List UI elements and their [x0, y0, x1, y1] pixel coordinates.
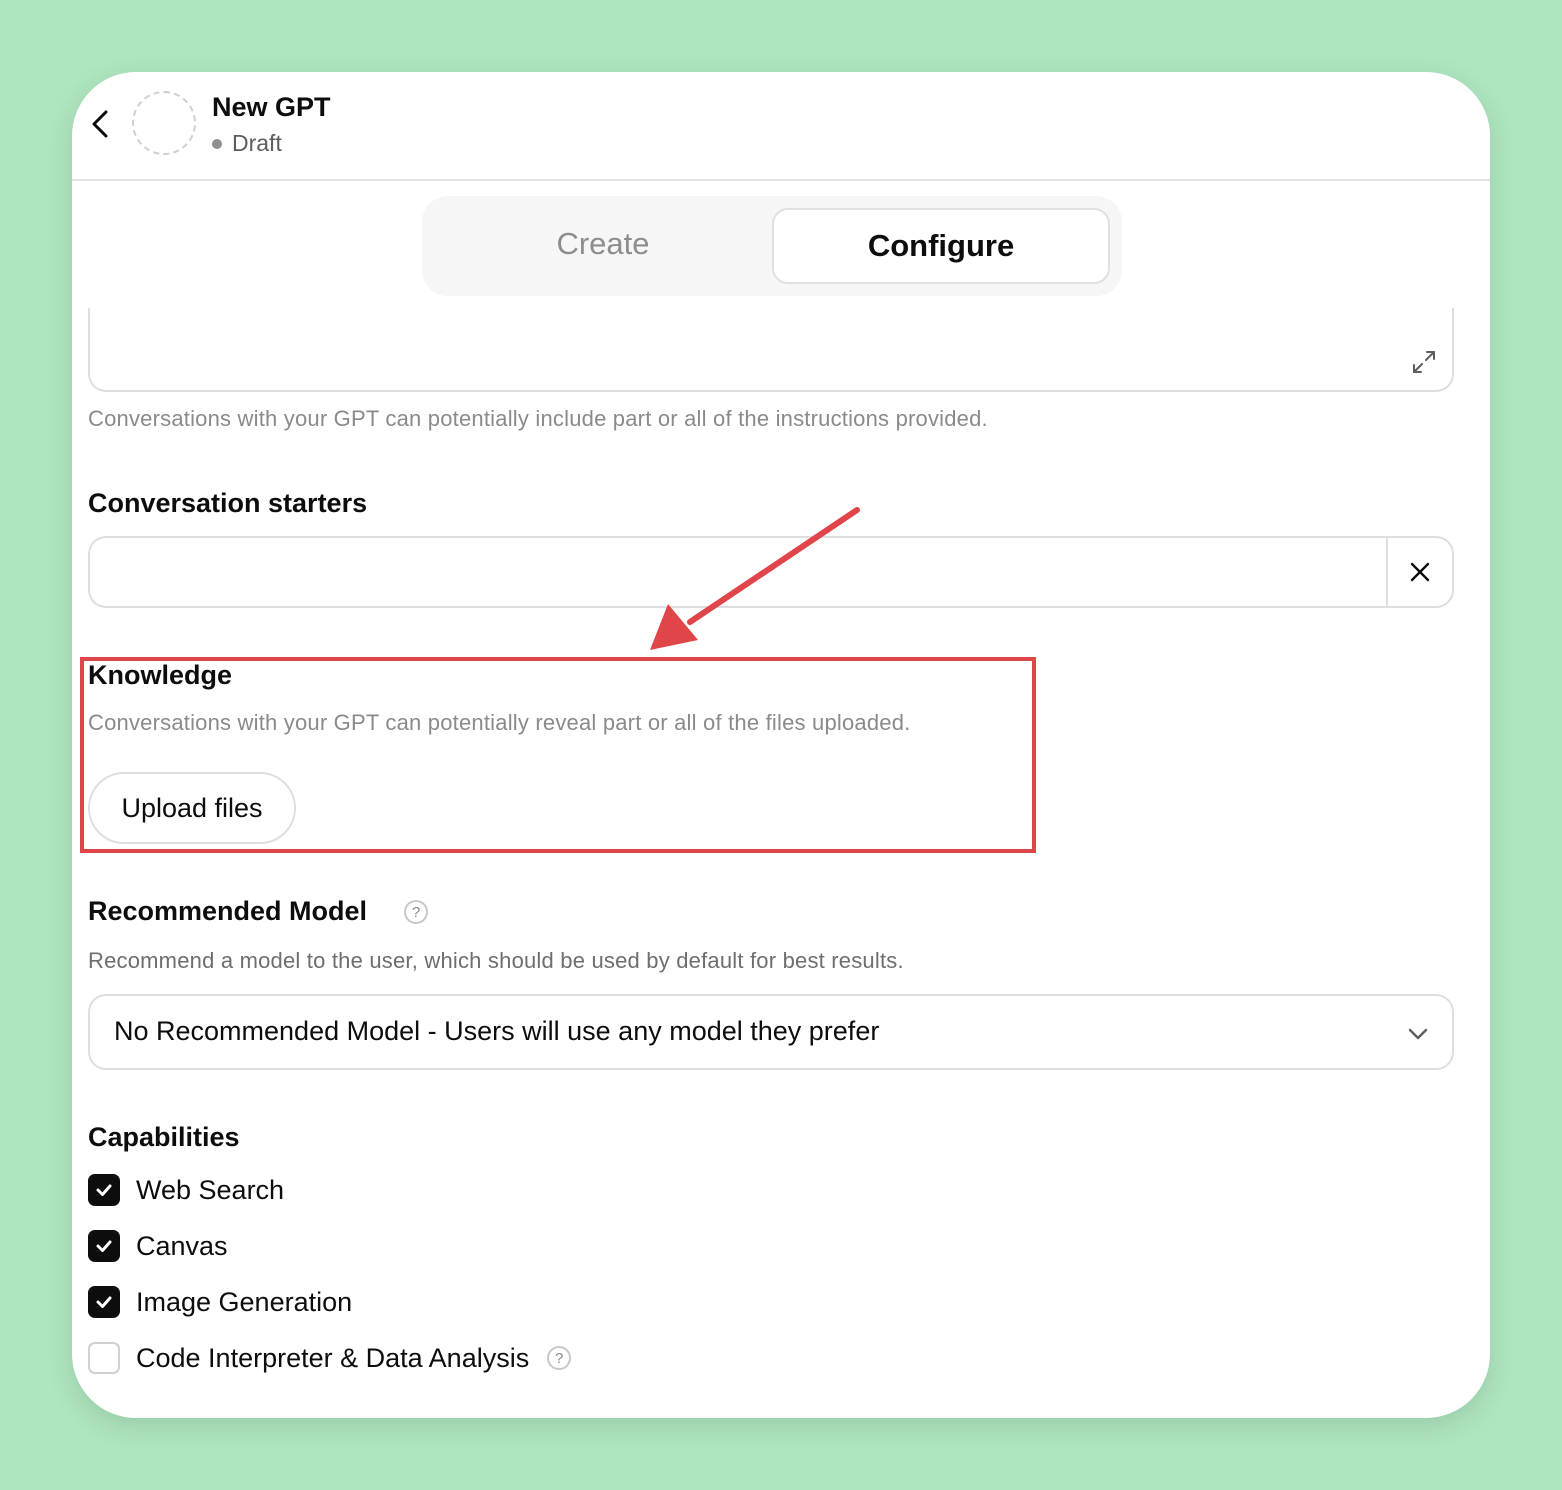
- checkmark-icon: [96, 1240, 112, 1252]
- upload-files-button[interactable]: Upload files: [88, 772, 296, 844]
- chevron-down-icon: [1408, 1028, 1428, 1040]
- conversation-starters-title: Conversation starters: [88, 488, 368, 518]
- tab-create[interactable]: Create: [434, 208, 772, 280]
- capability-image-generation[interactable]: Image Generation: [88, 1285, 352, 1319]
- recommended-model-title: Recommended Model: [88, 896, 368, 926]
- checkmark-icon: [96, 1296, 112, 1308]
- checkbox-checked[interactable]: [88, 1174, 120, 1206]
- tab-configure[interactable]: Configure: [772, 208, 1110, 284]
- capability-web-search[interactable]: Web Search: [88, 1173, 284, 1207]
- gpt-editor-window: New GPT Draft Create Configure Conversat…: [72, 72, 1490, 1418]
- page-title: New GPT: [212, 92, 331, 122]
- remove-starter-button[interactable]: [1386, 536, 1454, 608]
- status-badge: Draft: [212, 130, 282, 157]
- capabilities-title: Capabilities: [88, 1122, 240, 1152]
- checkbox-checked[interactable]: [88, 1286, 120, 1318]
- capability-label: Canvas: [136, 1230, 228, 1261]
- checkbox-unchecked[interactable]: [88, 1342, 120, 1374]
- header: New GPT Draft: [72, 72, 1490, 181]
- capability-label: Web Search: [136, 1174, 285, 1205]
- status-dot-icon: [212, 138, 222, 149]
- conversation-starter-input[interactable]: [88, 536, 1388, 608]
- status-label: Draft: [232, 130, 282, 156]
- checkbox-checked[interactable]: [88, 1230, 120, 1262]
- knowledge-helper-text: Conversations with your GPT can potentia…: [88, 710, 911, 735]
- help-icon[interactable]: ?: [404, 900, 428, 924]
- close-icon: [1410, 562, 1430, 582]
- instructions-textarea[interactable]: [88, 308, 1454, 392]
- recommended-model-select[interactable]: No Recommended Model - Users will use an…: [88, 994, 1454, 1070]
- knowledge-title: Knowledge: [88, 660, 233, 690]
- capability-label: Image Generation: [136, 1286, 353, 1317]
- checkmark-icon: [96, 1184, 112, 1196]
- capability-canvas[interactable]: Canvas: [88, 1229, 228, 1263]
- back-arrow-icon[interactable]: [84, 104, 116, 144]
- recommended-model-helper-text: Recommend a model to the user, which sho…: [88, 948, 904, 973]
- selected-model-value: No Recommended Model - Users will use an…: [114, 1016, 880, 1046]
- mode-tabs: Create Configure: [422, 196, 1122, 296]
- expand-icon[interactable]: [1410, 348, 1438, 376]
- gpt-avatar-placeholder[interactable]: [132, 91, 196, 155]
- capability-label: Code Interpreter & Data Analysis: [136, 1342, 530, 1373]
- instructions-helper-text: Conversations with your GPT can potentia…: [88, 406, 988, 431]
- help-icon[interactable]: ?: [547, 1346, 572, 1370]
- capability-code-interpreter[interactable]: Code Interpreter & Data Analysis ?: [88, 1341, 572, 1375]
